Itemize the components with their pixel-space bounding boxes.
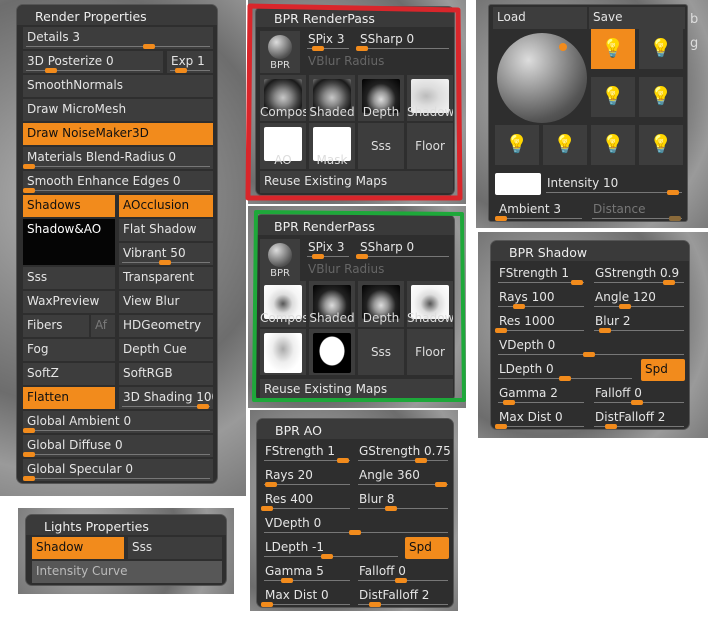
depth-cue-button[interactable]: Depth Cue bbox=[119, 339, 213, 361]
light-sss-button[interactable]: Sss bbox=[128, 537, 222, 559]
gstrength-slider[interactable]: GStrength 0.75 bbox=[355, 441, 451, 463]
load-button[interactable]: Load bbox=[493, 7, 587, 29]
gstrength-slider[interactable]: GStrength 0.9 bbox=[591, 263, 687, 285]
lightbulb-icon[interactable]: 💡 bbox=[543, 125, 587, 165]
lightbulb-icon[interactable]: 💡 bbox=[591, 29, 635, 69]
green-annotation-outline bbox=[252, 210, 466, 402]
panel-title: BPR Shadow bbox=[491, 241, 689, 261]
panel-title: BPR AO bbox=[257, 419, 453, 439]
global-ambient-slider[interactable]: Global Ambient 0 bbox=[23, 411, 213, 433]
bpr-ao-panel: BPR AO FStrength 1 GStrength 0.75 Rays 2… bbox=[256, 418, 454, 608]
gamma-slider[interactable]: Gamma 2 bbox=[495, 383, 587, 405]
draw-noisemaker-button[interactable]: Draw NoiseMaker3D bbox=[23, 123, 213, 145]
intensity-slider[interactable]: Intensity 10 bbox=[543, 173, 685, 195]
light-color-swatch[interactable] bbox=[495, 173, 541, 195]
distance-slider[interactable]: Distance bbox=[589, 199, 685, 221]
res-slider[interactable]: Res 400 bbox=[261, 489, 353, 511]
light-shadow-button[interactable]: Shadow bbox=[32, 537, 124, 559]
exp-slider[interactable]: Exp 1 bbox=[167, 51, 213, 73]
side-letter-b: b bbox=[690, 12, 699, 27]
posterize-slider[interactable]: 3D Posterize 0 bbox=[23, 51, 163, 73]
ldepth-slider[interactable]: LDepth 0 bbox=[495, 359, 635, 381]
bpr-shadow-panel: BPR Shadow FStrength 1 GStrength 0.9 Ray… bbox=[490, 240, 690, 430]
global-specular-slider[interactable]: Global Specular 0 bbox=[23, 459, 213, 481]
rays-slider[interactable]: Rays 20 bbox=[261, 465, 353, 487]
rays-slider[interactable]: Rays 100 bbox=[495, 287, 587, 309]
ldepth-slider[interactable]: LDepth -1 bbox=[261, 537, 401, 559]
panel-title: Render Properties bbox=[17, 5, 217, 25]
view-blur-button[interactable]: View Blur bbox=[119, 291, 213, 313]
intensity-curve-button[interactable]: Intensity Curve bbox=[32, 561, 222, 583]
vdepth-slider[interactable]: VDepth 0 bbox=[495, 335, 687, 357]
falloff-slider[interactable]: Falloff 0 bbox=[591, 383, 687, 405]
light-preview-sphere[interactable] bbox=[497, 33, 587, 123]
af-button[interactable]: Af bbox=[91, 315, 115, 337]
light-position-marker[interactable] bbox=[559, 43, 567, 51]
smooth-enhance-slider[interactable]: Smooth Enhance Edges 0 bbox=[23, 171, 213, 193]
blur-slider[interactable]: Blur 2 bbox=[591, 311, 687, 333]
lightbulb-icon[interactable]: 💡 bbox=[495, 125, 539, 165]
spd-button[interactable]: Spd bbox=[405, 537, 449, 559]
flatten-button[interactable]: Flatten bbox=[23, 387, 115, 409]
blur-slider[interactable]: Blur 8 bbox=[355, 489, 451, 511]
smoothnormals-button[interactable]: SmoothNormals bbox=[23, 75, 213, 97]
spd-button[interactable]: Spd bbox=[641, 359, 685, 381]
fstrength-slider[interactable]: FStrength 1 bbox=[261, 441, 353, 463]
vibrant-slider[interactable]: Vibrant 50 bbox=[119, 243, 213, 265]
save-button[interactable]: Save bbox=[589, 7, 685, 29]
gamma-slider[interactable]: Gamma 5 bbox=[261, 561, 353, 583]
falloff-slider[interactable]: Falloff 0 bbox=[355, 561, 451, 583]
sss-button[interactable]: Sss bbox=[23, 267, 115, 289]
3d-shading-slider[interactable]: 3D Shading 100 bbox=[119, 387, 213, 409]
materials-blend-slider[interactable]: Materials Blend-Radius 0 bbox=[23, 147, 213, 169]
details-slider[interactable]: Details 3 bbox=[23, 27, 213, 49]
transparent-button[interactable]: Transparent bbox=[119, 267, 213, 289]
fog-button[interactable]: Fog bbox=[23, 339, 115, 361]
angle-slider[interactable]: Angle 360 bbox=[355, 465, 451, 487]
softrgb-button[interactable]: SoftRGB bbox=[119, 363, 213, 385]
max-dist-slider[interactable]: Max Dist 0 bbox=[261, 585, 353, 607]
distfalloff-slider[interactable]: DistFalloff 2 bbox=[355, 585, 451, 607]
draw-micromesh-button[interactable]: Draw MicroMesh bbox=[23, 99, 213, 121]
softz-button[interactable]: SoftZ bbox=[23, 363, 115, 385]
lights-properties-panel: Lights Properties Shadow Sss Intensity C… bbox=[25, 514, 227, 586]
side-letter-g: g bbox=[690, 36, 699, 51]
lightbulb-icon[interactable]: 💡 bbox=[591, 77, 635, 117]
angle-slider[interactable]: Angle 120 bbox=[591, 287, 687, 309]
lightbulb-icon[interactable]: 💡 bbox=[591, 125, 635, 165]
global-diffuse-slider[interactable]: Global Diffuse 0 bbox=[23, 435, 213, 457]
waxpreview-button[interactable]: WaxPreview bbox=[23, 291, 115, 313]
fstrength-slider[interactable]: FStrength 1 bbox=[495, 263, 587, 285]
max-dist-slider[interactable]: Max Dist 0 bbox=[495, 407, 587, 429]
ambient-slider[interactable]: Ambient 3 bbox=[495, 199, 585, 221]
fibers-button[interactable]: Fibers bbox=[23, 315, 89, 337]
shadows-button[interactable]: Shadows bbox=[23, 195, 115, 217]
lightbulb-icon[interactable]: 💡 bbox=[639, 77, 683, 117]
shadow-ao-swatch[interactable]: Shadow&AO bbox=[23, 219, 115, 265]
red-annotation-outline bbox=[245, 3, 463, 201]
vdepth-slider[interactable]: VDepth 0 bbox=[261, 513, 451, 535]
distfalloff-slider[interactable]: DistFalloff 2 bbox=[591, 407, 687, 429]
aocclusion-button[interactable]: AOcclusion bbox=[119, 195, 213, 217]
res-slider[interactable]: Res 1000 bbox=[495, 311, 587, 333]
render-properties-panel: Render Properties Details 3 3D Posterize… bbox=[16, 4, 218, 484]
lightbulb-icon[interactable]: 💡 bbox=[639, 125, 683, 165]
flat-shadow-button[interactable]: Flat Shadow bbox=[119, 219, 213, 241]
light-panel: Load Save 💡 💡 💡 💡 💡 💡 💡 💡 Intensity 10 A… bbox=[488, 4, 688, 222]
hdgeometry-button[interactable]: HDGeometry bbox=[119, 315, 213, 337]
lightbulb-icon[interactable]: 💡 bbox=[639, 29, 683, 69]
panel-title: Lights Properties bbox=[26, 515, 226, 535]
